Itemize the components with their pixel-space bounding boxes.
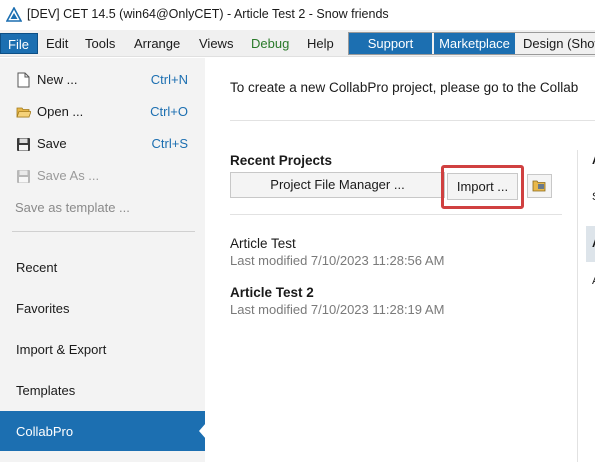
nav-collabpro-label: CollabPro (16, 424, 74, 439)
content-divider (230, 120, 595, 121)
active-indicator (199, 423, 206, 439)
support-tab[interactable]: Support (349, 33, 432, 54)
save-as-icon (17, 170, 30, 183)
marketplace-tab[interactable]: Marketplace (434, 33, 515, 54)
menu-debug[interactable]: Debug (249, 33, 291, 54)
save-label: Save (37, 136, 67, 151)
menu-arrange[interactable]: Arrange (132, 33, 182, 54)
menu-bar: File Edit Tools Arrange Views Debug Help… (0, 30, 595, 57)
save-command[interactable]: Save Ctrl+S (0, 133, 205, 155)
intro-text: To create a new CollabPro project, pleas… (230, 80, 579, 95)
new-command[interactable]: New ... Ctrl+N (0, 69, 205, 91)
recent-project-item[interactable]: Article Test Last modified 7/10/2023 11:… (230, 236, 444, 268)
recent-project-item[interactable]: Article Test 2 Last modified 7/10/2023 1… (230, 285, 444, 317)
save-shortcut: Ctrl+S (151, 136, 188, 151)
app-logo-icon (6, 7, 22, 22)
open-label: Open ... (37, 104, 84, 119)
menu-file[interactable]: File (0, 33, 38, 54)
save-as-label: Save As ... (37, 168, 100, 183)
new-shortcut: Ctrl+N (150, 72, 188, 87)
open-folder-icon (16, 107, 31, 118)
import-highlight-box (441, 165, 524, 209)
new-label: New ... (37, 72, 78, 87)
nav-templates[interactable]: Templates (0, 370, 205, 410)
column-divider (577, 150, 578, 462)
nav-import-export-label: Import & Export (16, 342, 107, 357)
folder-browse-button[interactable] (527, 174, 552, 198)
nav-recent-label: Recent (16, 260, 58, 275)
backstage-sidebar: New ... Ctrl+N Open ... Ctrl+O Save Ctrl… (0, 58, 206, 462)
design-tab[interactable]: Design (Show (517, 33, 595, 54)
project-file-manager-button[interactable]: Project File Manager ... (230, 172, 445, 198)
title-bar: [DEV] CET 14.5 (win64@OnlyCET) - Article… (0, 0, 595, 30)
project-name: Article Test (230, 236, 296, 251)
open-shortcut: Ctrl+O (150, 104, 188, 119)
menu-help[interactable]: Help (305, 33, 336, 54)
nav-favorites[interactable]: Favorites (0, 288, 205, 328)
recent-projects-title: Recent Projects (230, 153, 333, 168)
menu-views[interactable]: Views (197, 33, 235, 54)
nav-collabpro[interactable]: CollabPro (0, 411, 206, 451)
nav-templates-label: Templates (16, 383, 76, 398)
sidebar-divider (12, 231, 195, 232)
project-modified-date: Last modified 7/10/2023 11:28:56 AM (230, 253, 445, 268)
menu-tools[interactable]: Tools (83, 33, 117, 54)
recent-divider (230, 214, 562, 215)
nav-favorites-label: Favorites (16, 301, 70, 316)
folder-icon (532, 180, 546, 192)
save-as-template-command[interactable]: Save as template ... (15, 200, 130, 215)
window-title: [DEV] CET 14.5 (win64@OnlyCET) - Article… (27, 7, 389, 21)
save-icon (17, 138, 30, 151)
nav-recent[interactable]: Recent (0, 247, 205, 287)
project-name: Article Test 2 (230, 285, 314, 300)
nav-import-export[interactable]: Import & Export (0, 329, 205, 369)
project-modified-date: Last modified 7/10/2023 11:28:19 AM (230, 302, 445, 317)
open-command[interactable]: Open ... Ctrl+O (0, 101, 205, 123)
new-file-icon (17, 72, 30, 88)
menu-edit[interactable]: Edit (44, 33, 70, 54)
save-as-command[interactable]: Save As ... (0, 165, 205, 187)
